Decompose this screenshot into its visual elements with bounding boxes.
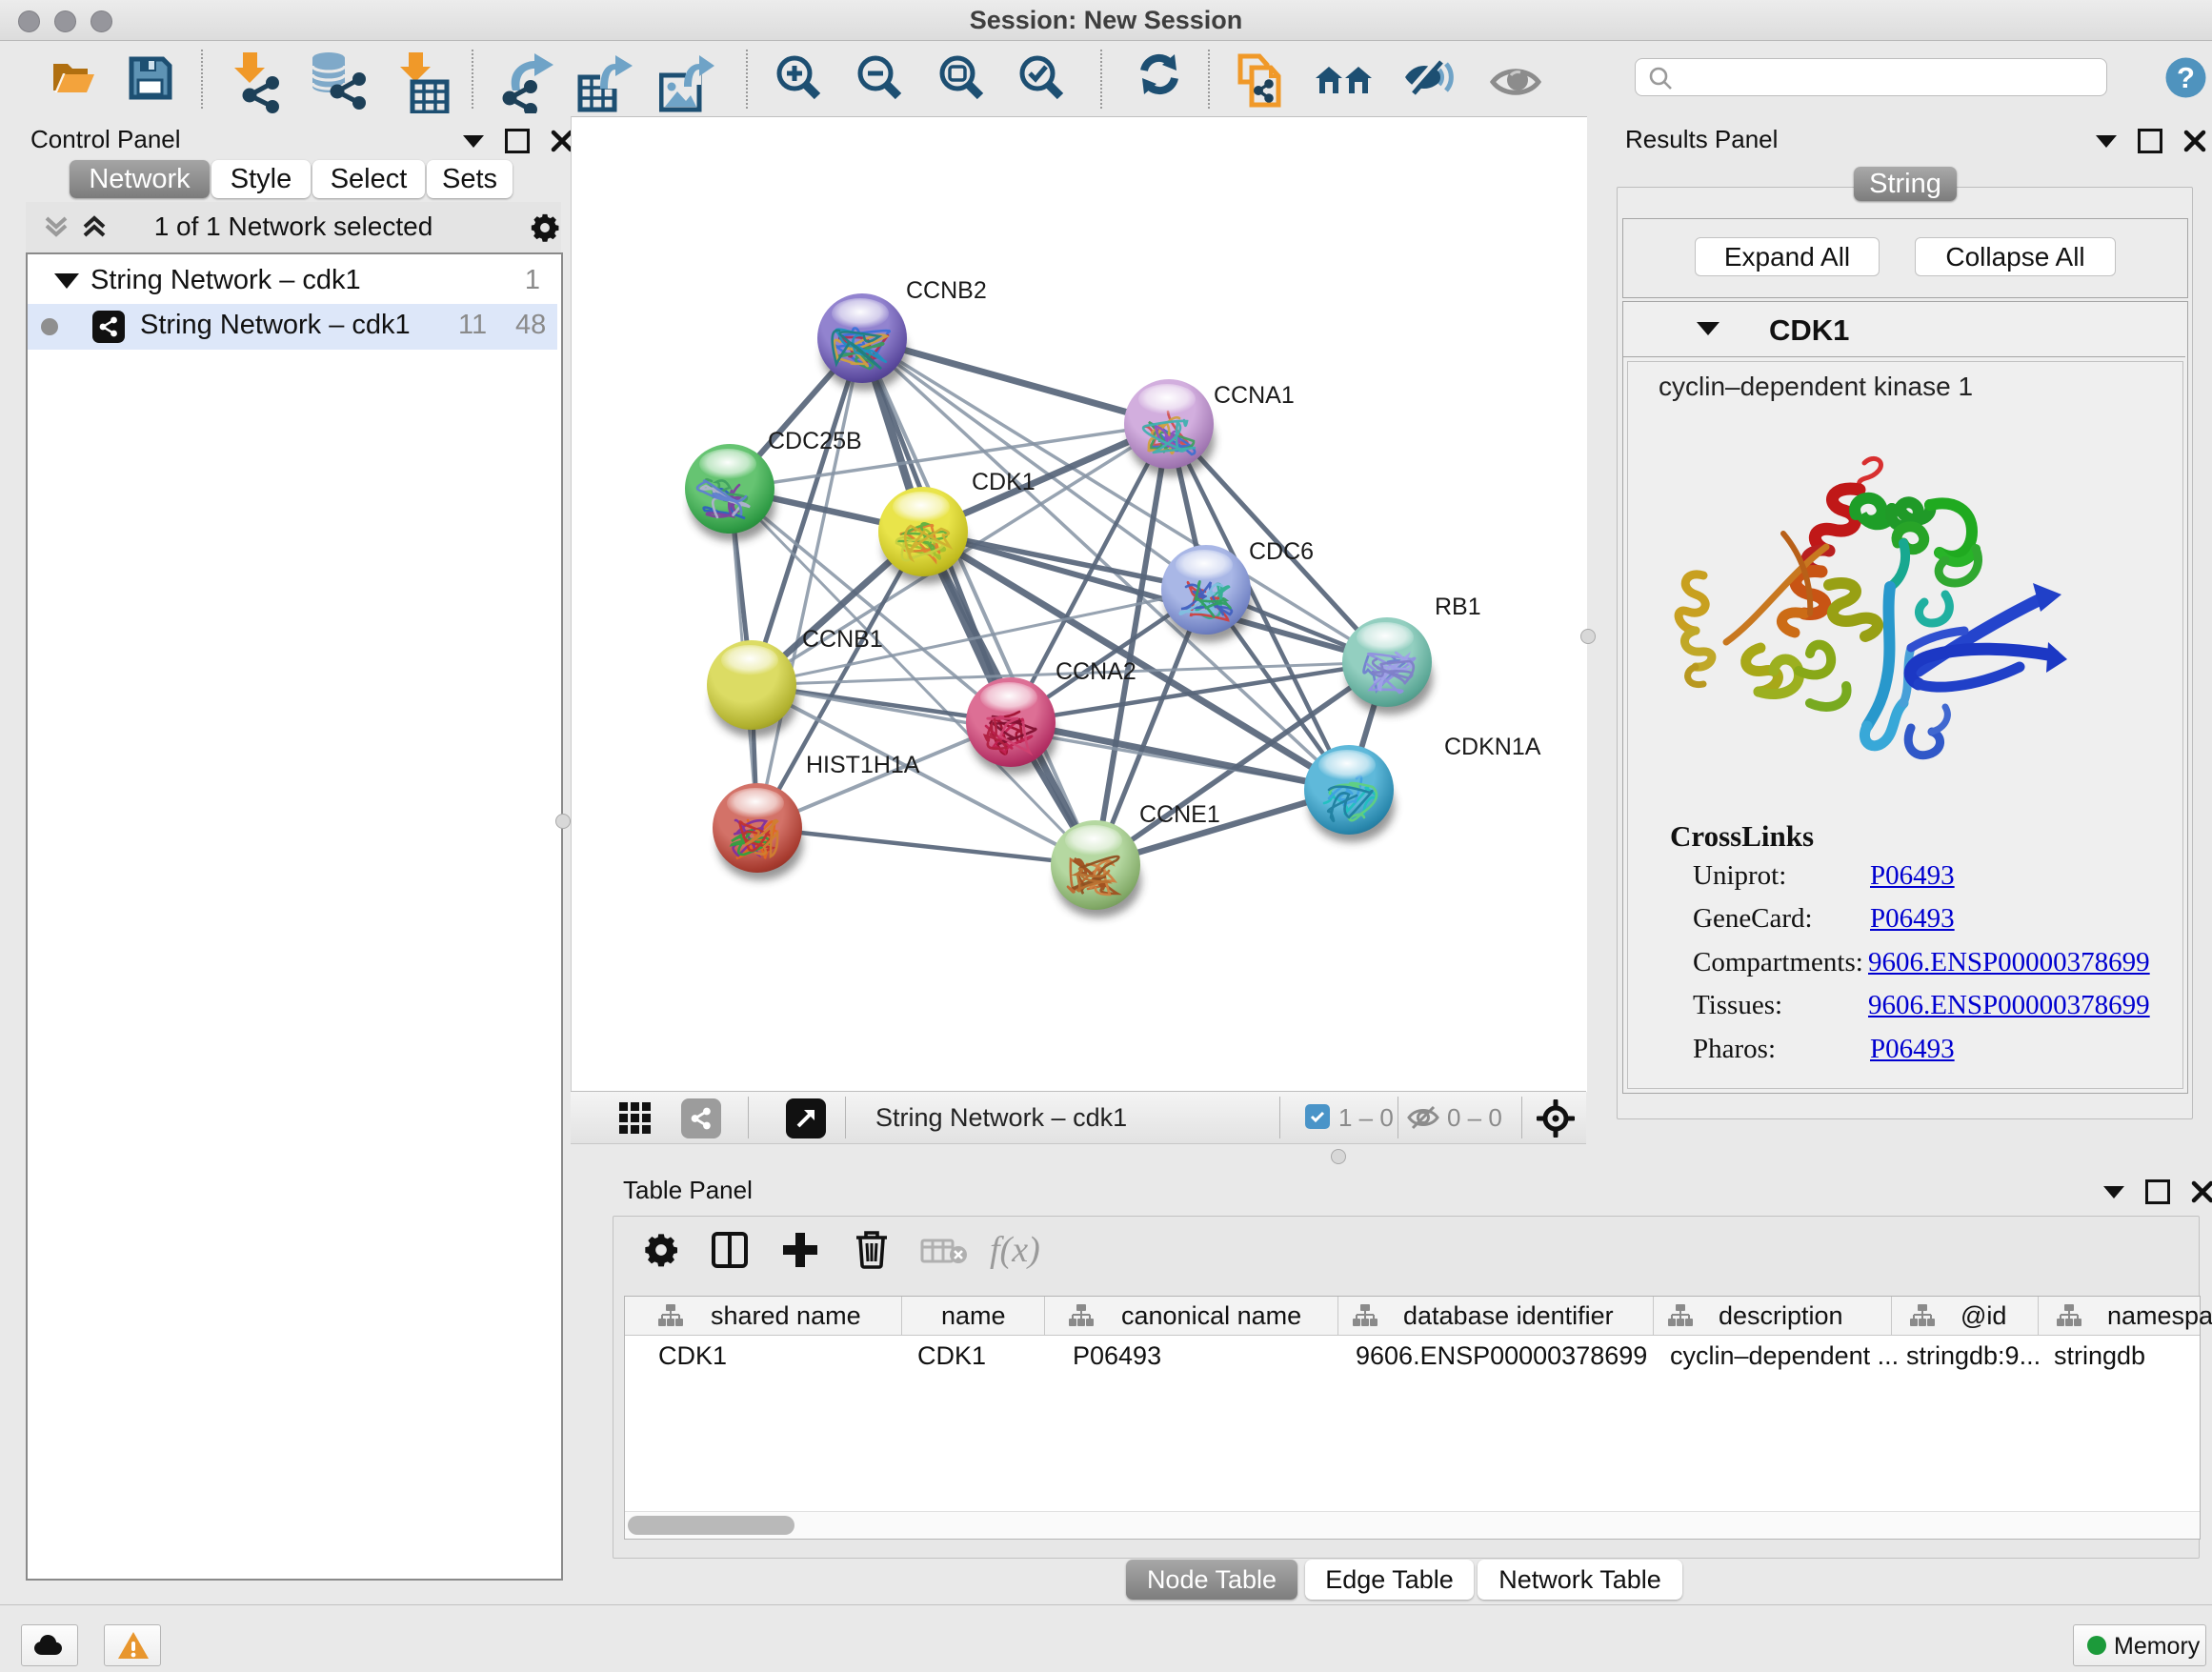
svg-text:RB1: RB1 bbox=[1435, 594, 1481, 620]
svg-text:CCNB1: CCNB1 bbox=[802, 626, 883, 653]
svg-text:CCNA2: CCNA2 bbox=[1056, 658, 1136, 685]
svg-text:CDC25B: CDC25B bbox=[768, 428, 862, 454]
svg-text:CCNB2: CCNB2 bbox=[906, 277, 987, 304]
svg-text:CCNE1: CCNE1 bbox=[1139, 801, 1220, 828]
svg-text:CDK1: CDK1 bbox=[972, 469, 1036, 495]
svg-text:HIST1H1A: HIST1H1A bbox=[806, 752, 920, 778]
svg-text:?: ? bbox=[2177, 61, 2195, 94]
svg-text:CDKN1A: CDKN1A bbox=[1444, 734, 1541, 760]
svg-text:CCNA1: CCNA1 bbox=[1214, 382, 1295, 409]
svg-text:CDC6: CDC6 bbox=[1249, 538, 1314, 565]
